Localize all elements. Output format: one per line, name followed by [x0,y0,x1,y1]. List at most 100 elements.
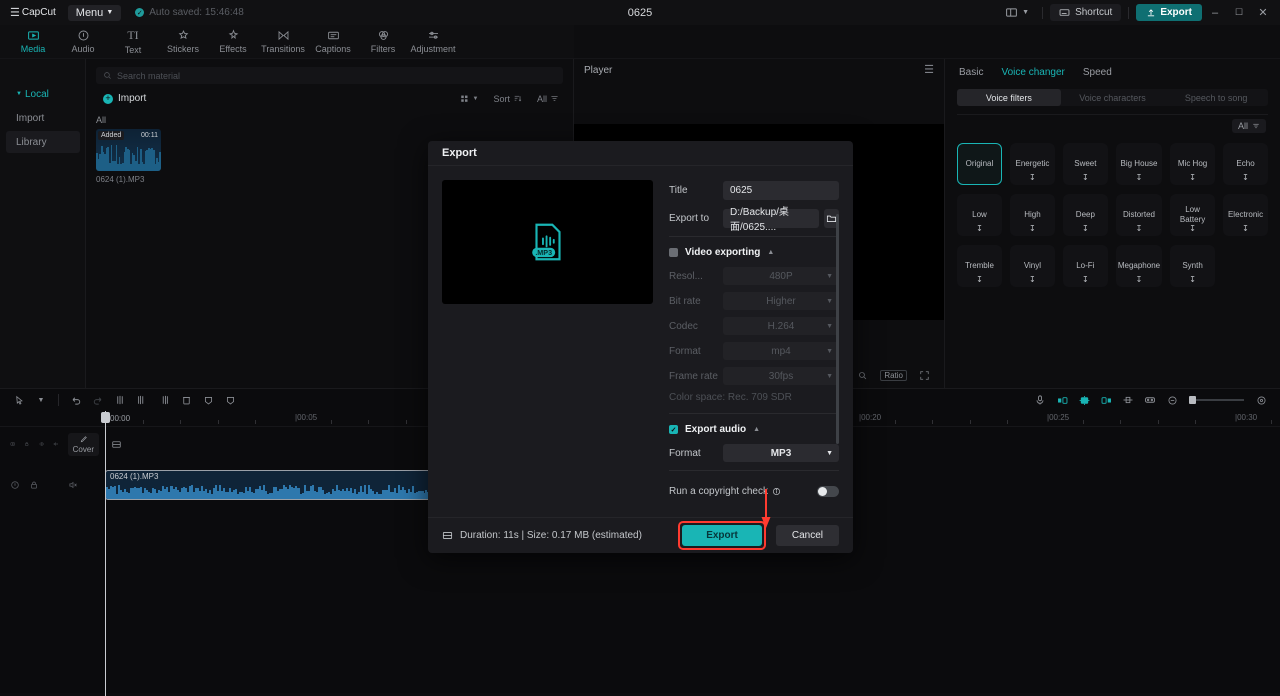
minimize-button[interactable]: – [1204,3,1226,23]
title-input[interactable]: 0625 [723,180,839,200]
download-icon[interactable]: ↧ [976,275,983,285]
magnifier-icon[interactable] [857,370,868,381]
chevron-up-icon[interactable]: ▲ [767,249,774,256]
filter-all-button[interactable]: All [1231,119,1266,133]
video-exporting-header[interactable]: Video exporting ▲ [669,247,839,258]
download-icon[interactable]: ↧ [1136,173,1143,183]
voice-filter-lo-fi[interactable]: Lo-Fi ↧ [1062,245,1108,287]
cover-button[interactable]: Cover [67,432,99,456]
shortcut-button[interactable]: Shortcut [1050,4,1122,21]
keyframe-prev-icon[interactable] [1051,390,1073,410]
sidebar-item-library[interactable]: Library [6,131,80,153]
voice-filter-mic-hog[interactable]: Mic Hog ↧ [1170,143,1216,185]
keyframe-next-icon[interactable] [1095,390,1117,410]
media-thumbnail[interactable]: Added 00:11 [96,129,161,171]
media-item[interactable]: Added 00:11 0624 (1).MP3 [96,129,161,184]
setting-select-format[interactable]: mp4 ▼ [723,342,839,360]
setting-select-bit-rate[interactable]: Higher ▼ [723,292,839,310]
zoom-knob[interactable] [1189,396,1196,404]
download-icon[interactable]: ↧ [1189,173,1196,183]
playhead[interactable] [101,411,110,696]
close-button[interactable]: ✕ [1252,3,1274,23]
tab-voice-changer[interactable]: Voice changer [1001,67,1064,78]
download-icon[interactable]: ↧ [976,224,983,234]
zoom-fit-icon[interactable] [1250,390,1272,410]
nav-item-audio[interactable]: Audio [58,25,108,59]
mute-icon[interactable] [53,439,58,449]
layout-button[interactable]: ▼ [999,4,1035,21]
sort-button[interactable]: Sort [489,92,526,106]
video-exporting-checkbox[interactable] [669,248,678,257]
preview-icon[interactable] [1139,390,1161,410]
hamburger-icon[interactable]: ☰ [924,64,934,76]
tab-basic[interactable]: Basic [959,67,983,78]
dialog-scrollbar[interactable] [836,214,839,444]
cancel-button[interactable]: Cancel [775,525,839,546]
download-icon[interactable]: ↧ [1082,275,1089,285]
tab-speed[interactable]: Speed [1083,67,1112,78]
export-path-input[interactable]: D:/Backup/桌面/0625.... [723,207,820,233]
filter-button[interactable]: All [533,92,563,106]
mirror-icon[interactable] [1117,390,1139,410]
segment-voice-characters[interactable]: Voice characters [1061,89,1165,106]
setting-select-resol[interactable]: 480P ▼ [723,267,839,285]
chevron-up-icon[interactable]: ▲ [753,426,760,433]
voice-filter-synth[interactable]: Synth ↧ [1170,245,1216,287]
maximize-button[interactable]: ☐ [1228,3,1250,23]
lock-icon[interactable] [29,480,39,490]
setting-select-format[interactable]: MP3 ▼ [723,444,839,462]
segment-voice-filters[interactable]: Voice filters [957,89,1061,106]
voice-filter-big-house[interactable]: Big House ↧ [1115,143,1163,185]
setting-select-codec[interactable]: H.264 ▼ [723,317,839,335]
redo-icon[interactable] [87,390,109,410]
nav-item-adjustment[interactable]: Adjustment [408,25,458,59]
export-audio-header[interactable]: ✓ Export audio ▲ [669,424,839,435]
voice-filter-vinyl[interactable]: Vinyl ↧ [1009,245,1055,287]
download-icon[interactable]: ↧ [1029,275,1036,285]
monitor-icon[interactable] [10,439,15,449]
import-button[interactable]: + Import [96,90,153,107]
copyright-toggle[interactable] [817,485,839,497]
trim-right-icon[interactable] [153,390,175,410]
sidebar-item-import[interactable]: Import [6,107,80,129]
trim-left-icon[interactable] [131,390,153,410]
download-icon[interactable]: ↧ [1029,224,1036,234]
download-icon[interactable]: ↧ [1242,224,1249,234]
undo-icon[interactable] [65,390,87,410]
eye-icon[interactable] [39,439,44,449]
voice-filter-megaphone[interactable]: Megaphone ↧ [1115,245,1163,287]
voice-filter-high[interactable]: High ↧ [1009,194,1055,236]
freeze-icon[interactable] [197,390,219,410]
chevron-down-icon[interactable]: ▼ [30,390,52,410]
download-icon[interactable]: ↧ [1029,173,1036,183]
select-arrow-icon[interactable] [8,390,30,410]
lock-icon[interactable] [24,439,29,449]
download-icon[interactable]: ↧ [1189,224,1196,234]
download-icon[interactable]: ↧ [1082,224,1089,234]
music-note-icon[interactable] [10,480,20,490]
playhead-grip[interactable] [101,412,110,423]
download-icon[interactable]: ↧ [1189,275,1196,285]
search-input[interactable]: Search material [96,67,563,84]
zoom-out-icon[interactable] [1161,390,1183,410]
menu-button[interactable]: Menu ▼ [67,4,122,21]
download-icon[interactable]: ↧ [1136,275,1143,285]
split-icon[interactable] [109,390,131,410]
zoom-slider[interactable] [1189,396,1244,404]
keyframe-add-icon[interactable] [1073,390,1095,410]
nav-item-effects[interactable]: Effects [208,25,258,59]
setting-select-frame-rate[interactable]: 30fps ▼ [723,367,839,385]
download-icon[interactable]: ↧ [1136,224,1143,234]
nav-item-media[interactable]: Media [8,25,58,59]
voice-filter-original[interactable]: Original [957,143,1002,185]
main-track-icon[interactable] [105,434,127,454]
mute-icon[interactable] [68,480,78,490]
download-icon[interactable]: ↧ [1082,173,1089,183]
voice-filter-tremble[interactable]: Tremble ↧ [957,245,1002,287]
export-button-titlebar[interactable]: Export [1136,4,1202,21]
download-icon[interactable]: ↧ [1242,173,1249,183]
grid-view-button[interactable]: ▼ [456,92,483,106]
voice-filter-energetic[interactable]: Energetic ↧ [1009,143,1055,185]
sidebar-item-local[interactable]: ▼ Local [6,83,80,105]
nav-item-transitions[interactable]: Transitions [258,25,308,59]
